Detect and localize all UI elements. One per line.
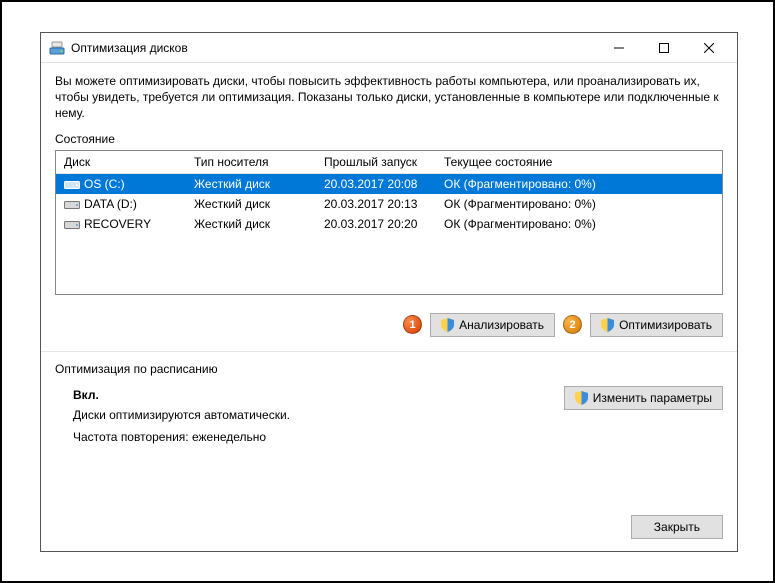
current-state: ОК (Фрагментировано: 0%) (436, 173, 722, 194)
optimize-drives-window: Оптимизация дисков Вы можете оптимизиров… (40, 32, 738, 552)
callout-badge-2: 2 (563, 315, 582, 334)
shield-icon (441, 318, 454, 332)
shield-icon (601, 318, 614, 332)
last-run: 20.03.2017 20:13 (316, 194, 436, 214)
status-label: Состояние (55, 132, 723, 146)
drives-table: Диск Тип носителя Прошлый запуск Текущее… (55, 150, 723, 295)
change-settings-button[interactable]: Изменить параметры (564, 386, 723, 410)
table-row[interactable]: RECOVERY Жесткий диск20.03.2017 20:20ОК (… (56, 214, 722, 234)
optimize-button[interactable]: Оптимизировать (590, 313, 723, 337)
close-window-button[interactable] (686, 34, 731, 62)
disk-name: DATA (D:) (84, 197, 137, 211)
close-button[interactable]: Закрыть (631, 515, 723, 539)
disk-name: OS (C:) (84, 177, 125, 191)
media-type: Жесткий диск (186, 214, 316, 234)
minimize-button[interactable] (596, 34, 641, 62)
schedule-label: Оптимизация по расписанию (55, 362, 723, 376)
window-title: Оптимизация дисков (71, 41, 596, 55)
current-state: ОК (Фрагментировано: 0%) (436, 194, 722, 214)
col-disk[interactable]: Диск (56, 151, 186, 174)
intro-text: Вы можете оптимизировать диски, чтобы по… (55, 73, 723, 122)
media-type: Жесткий диск (186, 194, 316, 214)
last-run: 20.03.2017 20:08 (316, 173, 436, 194)
col-media[interactable]: Тип носителя (186, 151, 316, 174)
media-type: Жесткий диск (186, 173, 316, 194)
disk-name: RECOVERY (84, 217, 151, 231)
col-last-run[interactable]: Прошлый запуск (316, 151, 436, 174)
optimize-button-label: Оптимизировать (619, 318, 712, 332)
table-row[interactable]: DATA (D:) Жесткий диск20.03.2017 20:13ОК … (56, 194, 722, 214)
maximize-button[interactable] (641, 34, 686, 62)
drive-icon (64, 178, 80, 190)
shield-icon (575, 391, 588, 405)
callout-badge-1: 1 (403, 315, 422, 334)
analyze-button-label: Анализировать (459, 318, 544, 332)
drive-icon (64, 198, 80, 210)
table-row[interactable]: OS (C:) Жесткий диск20.03.2017 20:08ОК (Ф… (56, 173, 722, 194)
drive-icon (64, 218, 80, 230)
titlebar: Оптимизация дисков (41, 33, 737, 63)
schedule-state: Вкл. (73, 388, 564, 402)
last-run: 20.03.2017 20:20 (316, 214, 436, 234)
table-header-row: Диск Тип носителя Прошлый запуск Текущее… (56, 151, 722, 174)
current-state: ОК (Фрагментировано: 0%) (436, 214, 722, 234)
schedule-frequency: Частота повторения: еженедельно (73, 430, 564, 444)
analyze-button[interactable]: Анализировать (430, 313, 555, 337)
change-settings-label: Изменить параметры (593, 391, 712, 405)
col-current-state[interactable]: Текущее состояние (436, 151, 722, 174)
schedule-auto-text: Диски оптимизируются автоматически. (73, 408, 564, 422)
app-icon (49, 40, 65, 56)
